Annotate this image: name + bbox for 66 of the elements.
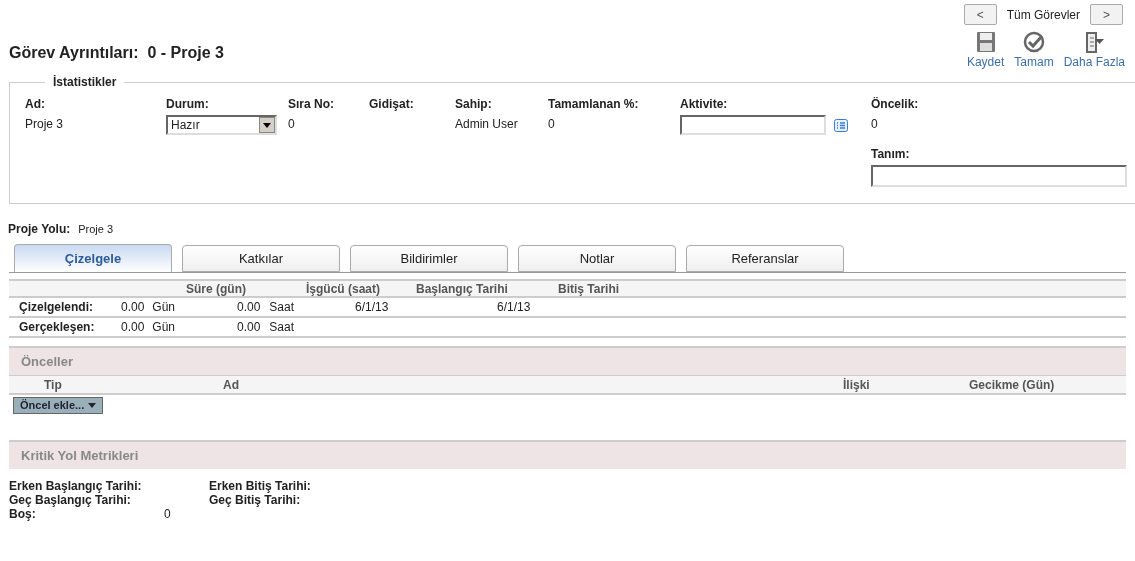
table-cell: 6/1/13 [355, 300, 389, 314]
field-label: Sahip: [455, 96, 493, 113]
panel-legend: İstatistikler [45, 73, 125, 91]
column-header: İlişki [843, 376, 871, 394]
project-path-label: Proje Yolu: [8, 221, 71, 238]
metric-value: 0 [164, 507, 171, 521]
table-cell-text: 0.00 [237, 299, 261, 316]
row-label: Gerçekleşen: [18, 319, 96, 336]
all-tasks-label: Tüm Görevler [1006, 6, 1080, 24]
save-icon [974, 31, 997, 53]
field-label: Tamamlanan %: [548, 96, 640, 113]
table-cell-text: Gün [152, 319, 176, 336]
field-label: Aktivite: [680, 96, 729, 113]
check-circle-icon [1022, 31, 1045, 53]
field-value: Proje 3 [25, 116, 65, 133]
field-value: 0 [548, 116, 556, 133]
table-cell-text: 0.00 [121, 319, 145, 336]
caret-icon [88, 403, 97, 408]
field-label: Öncelik: [871, 96, 920, 113]
field-value: Admin User [455, 116, 519, 133]
table-cell-text: Gün [152, 299, 176, 316]
add-predecessor-button[interactable]: Öncel ekle... [13, 397, 104, 414]
column-header: Gecikme (Gün) [969, 376, 1055, 394]
field-label: Tanım: [871, 146, 911, 163]
row-label: Çizelgelendi: [18, 299, 94, 316]
metric-label: Geç Başlangıç Tarihi: [9, 493, 132, 507]
tab[interactable]: Notlar [518, 245, 676, 272]
next-button[interactable]: > [1090, 4, 1123, 25]
column-header: Başlangıç Tarihi [416, 280, 509, 298]
table-cell-text: 0.00 [237, 319, 261, 336]
column-header: İşgücü (saat) [306, 280, 381, 298]
tab[interactable]: Çizelgele [14, 244, 172, 272]
field-label: Sıra No: [288, 96, 335, 113]
previous-button[interactable]: < [963, 4, 997, 25]
table-cell-text: Saat [269, 299, 295, 316]
toolbar-button[interactable]: Tamam [1014, 31, 1054, 71]
tab[interactable]: Katkılar [182, 245, 340, 272]
table-cell: 6/1/13 [497, 300, 531, 314]
list-icon[interactable] [834, 118, 848, 132]
toolbar-button[interactable]: Daha Fazla [1063, 31, 1125, 71]
metric-label: Boş: [9, 507, 37, 521]
field-label: Gidişat: [369, 96, 415, 113]
metric-label: Geç Bitiş Tarihi: [209, 493, 302, 507]
table-cell-text: Saat [269, 319, 295, 336]
field-label: Durum: [166, 96, 210, 113]
table-cell-text: 0.00 [121, 299, 145, 316]
field-value: 0 [871, 116, 879, 133]
field-label: Ad: [25, 96, 46, 113]
metric-label: Erken Bitiş Tarihi: [209, 479, 312, 493]
activity-field[interactable] [680, 115, 826, 135]
column-header: Tip [43, 376, 63, 394]
description-field[interactable] [871, 165, 1127, 187]
tab[interactable]: Referanslar [686, 245, 844, 272]
column-header: Ad [223, 376, 240, 394]
document-menu-icon [1083, 31, 1106, 53]
project-path-value: Proje 3 [78, 222, 114, 237]
field-value: 0 [288, 116, 296, 133]
section-title: Önceller [21, 352, 74, 371]
section-title: Kritik Yol Metrikleri [21, 446, 139, 465]
toolbar-button[interactable]: Kaydet [966, 31, 1005, 71]
status-select[interactable]: Hazır [166, 115, 277, 135]
tab[interactable]: Bildirimler [350, 245, 508, 272]
metric-label: Erken Başlangıç Tarihi: [9, 479, 143, 493]
column-header: Bitiş Tarihi [558, 280, 621, 298]
page-title: Görev Ayrıntıları: 0 - Proje 3 [9, 43, 224, 63]
column-header: Süre (gün) [185, 280, 247, 298]
